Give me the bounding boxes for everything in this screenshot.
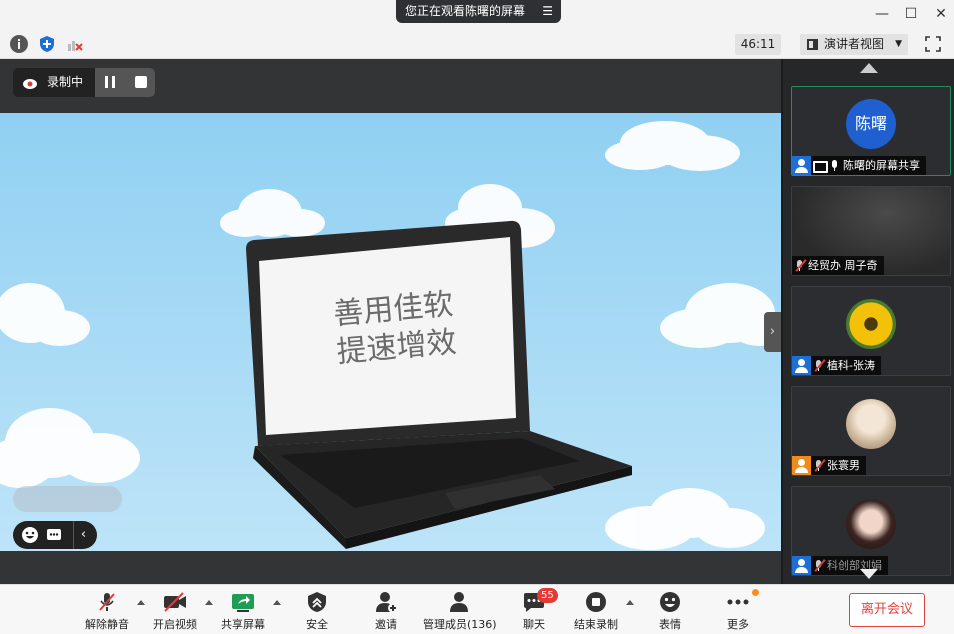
top-toolbar: 46:11 演讲者视图 ▼ (0, 30, 954, 59)
panel-toggle-button[interactable]: › (764, 312, 781, 352)
pause-icon[interactable] (105, 76, 115, 88)
security-shield-icon[interactable] (38, 35, 56, 53)
avatar (846, 399, 896, 449)
share-options-arrow[interactable] (273, 600, 281, 605)
unmute-label: 解除静音 (85, 618, 129, 631)
participant-name: 张寰男 (827, 459, 860, 472)
manage-members-button[interactable]: 管理成员(136) (423, 589, 497, 633)
unmute-button[interactable]: 解除静音 (84, 589, 130, 633)
info-icon[interactable] (10, 35, 28, 53)
reaction-bar: ‹ (13, 521, 97, 549)
stop-record-icon (584, 591, 608, 613)
notification-dot (752, 589, 759, 596)
maximize-button[interactable]: ☐ (901, 4, 921, 24)
share-screen-label: 共享屏幕 (221, 618, 265, 631)
scroll-down-icon[interactable] (860, 569, 878, 579)
invite-button[interactable]: 邀请 (372, 589, 400, 633)
host-user-icon (792, 156, 811, 175)
microphone-icon (827, 156, 843, 175)
screen-share-icon (811, 156, 828, 175)
network-icon[interactable] (66, 35, 84, 53)
more-button[interactable]: 更多 (724, 589, 752, 633)
reactions-button[interactable]: 表情 (656, 589, 684, 633)
stop-icon[interactable] (135, 76, 147, 88)
host-user-icon (792, 556, 811, 575)
participant-name-tag: 张寰男 (792, 456, 866, 475)
control-bar: 解除静音 开启视频 共享屏幕 安全 邀请 管理成员(136) 聊天 55 结束录… (0, 584, 954, 634)
participant-name-tag: 植科-张涛 (792, 356, 881, 375)
participant-name: 经贸办 周子奇 (808, 259, 878, 272)
quick-chat-input[interactable] (13, 486, 122, 512)
shared-screen[interactable]: 善用佳软 提速增效 (0, 113, 781, 551)
record-options-arrow[interactable] (626, 600, 634, 605)
chat-unread-badge: 55 (537, 588, 558, 603)
more-label: 更多 (727, 618, 749, 631)
chat-bubble-icon[interactable] (45, 526, 63, 544)
laptop-screen-text: 善用佳软 提速增效 (327, 285, 463, 372)
chat-label: 聊天 (523, 618, 545, 631)
microphone-muted-icon (811, 456, 827, 475)
avatar: 陈曙 (846, 99, 896, 149)
add-user-icon (374, 591, 398, 613)
participant-name: 植科-张涛 (827, 359, 875, 372)
participant-panel: 陈曙 陈曙的屏幕共享 经贸办 周子奇 植科-张涛 张寰男 科创部刘娟 (781, 59, 954, 584)
title-bar: 您正在观看陈曙的屏幕 ☰ — ☐ ✕ (0, 0, 954, 30)
recording-bar: 录制中 (13, 68, 155, 97)
participant-name-tag: 经贸办 周子奇 (792, 256, 884, 275)
cloud-record-icon (23, 79, 37, 89)
stop-recording-button[interactable]: 结束录制 (573, 589, 619, 633)
share-screen-button[interactable]: 共享屏幕 (219, 589, 267, 633)
participant-tile[interactable]: 经贸办 周子奇 (791, 186, 951, 276)
manage-members-label: 管理成员(136) (423, 618, 497, 631)
microphone-muted-icon (95, 591, 119, 613)
stop-recording-label: 结束录制 (574, 618, 618, 631)
list-icon[interactable]: ☰ (542, 0, 553, 23)
reactions-label: 表情 (659, 618, 681, 631)
speaker-view-icon (807, 39, 818, 50)
user-icon (792, 456, 811, 475)
audio-options-arrow[interactable] (137, 600, 145, 605)
emoji-icon[interactable] (21, 526, 39, 544)
microphone-muted-icon (792, 256, 808, 275)
video-off-icon (163, 591, 187, 613)
video-options-arrow[interactable] (205, 600, 213, 605)
recording-label: 录制中 (47, 75, 84, 89)
fullscreen-icon[interactable] (925, 36, 941, 52)
shield-icon (305, 591, 329, 613)
view-mode-select[interactable]: 演讲者视图 ▼ (800, 34, 908, 55)
meeting-timer: 46:11 (735, 34, 781, 55)
chevron-left-icon[interactable]: ‹ (73, 521, 93, 549)
minimize-button[interactable]: — (872, 4, 892, 24)
view-mode-label: 演讲者视图 (824, 37, 885, 51)
meeting-window: 您正在观看陈曙的屏幕 ☰ — ☐ ✕ 46:11 演讲者视图 ▼ 善用佳软 提速… (0, 0, 954, 634)
start-video-label: 开启视频 (153, 618, 197, 631)
dropdown-arrow-icon: ▼ (895, 39, 902, 49)
avatar (846, 299, 896, 349)
avatar (846, 499, 896, 549)
security-button[interactable]: 安全 (303, 589, 331, 633)
emoji-icon (658, 591, 682, 613)
participant-tile[interactable]: 科创部刘娟 (791, 486, 951, 576)
close-button[interactable]: ✕ (931, 4, 951, 24)
recording-controls (95, 68, 155, 97)
participant-tile[interactable]: 植科-张涛 (791, 286, 951, 376)
invite-label: 邀请 (375, 618, 397, 631)
main-stage: 善用佳软 提速增效 录制中 ‹ › (0, 59, 781, 584)
microphone-muted-icon (811, 556, 827, 575)
start-video-button[interactable]: 开启视频 (151, 589, 199, 633)
viewing-banner[interactable]: 您正在观看陈曙的屏幕 ☰ (396, 0, 561, 23)
members-icon (447, 591, 471, 613)
microphone-muted-icon (811, 356, 827, 375)
more-dots-icon (726, 591, 750, 613)
scroll-up-icon[interactable] (860, 63, 878, 73)
participant-tile[interactable]: 张寰男 (791, 386, 951, 476)
share-screen-icon (231, 591, 255, 613)
participant-name: 陈曙的屏幕共享 (843, 159, 920, 172)
participant-tile[interactable]: 陈曙 陈曙的屏幕共享 (791, 86, 951, 176)
participant-name-tag: 陈曙的屏幕共享 (792, 156, 926, 175)
viewing-banner-text: 您正在观看陈曙的屏幕 (405, 4, 526, 18)
host-user-icon (792, 356, 811, 375)
security-label: 安全 (306, 618, 328, 631)
leave-meeting-button[interactable]: 离开会议 (849, 593, 925, 627)
